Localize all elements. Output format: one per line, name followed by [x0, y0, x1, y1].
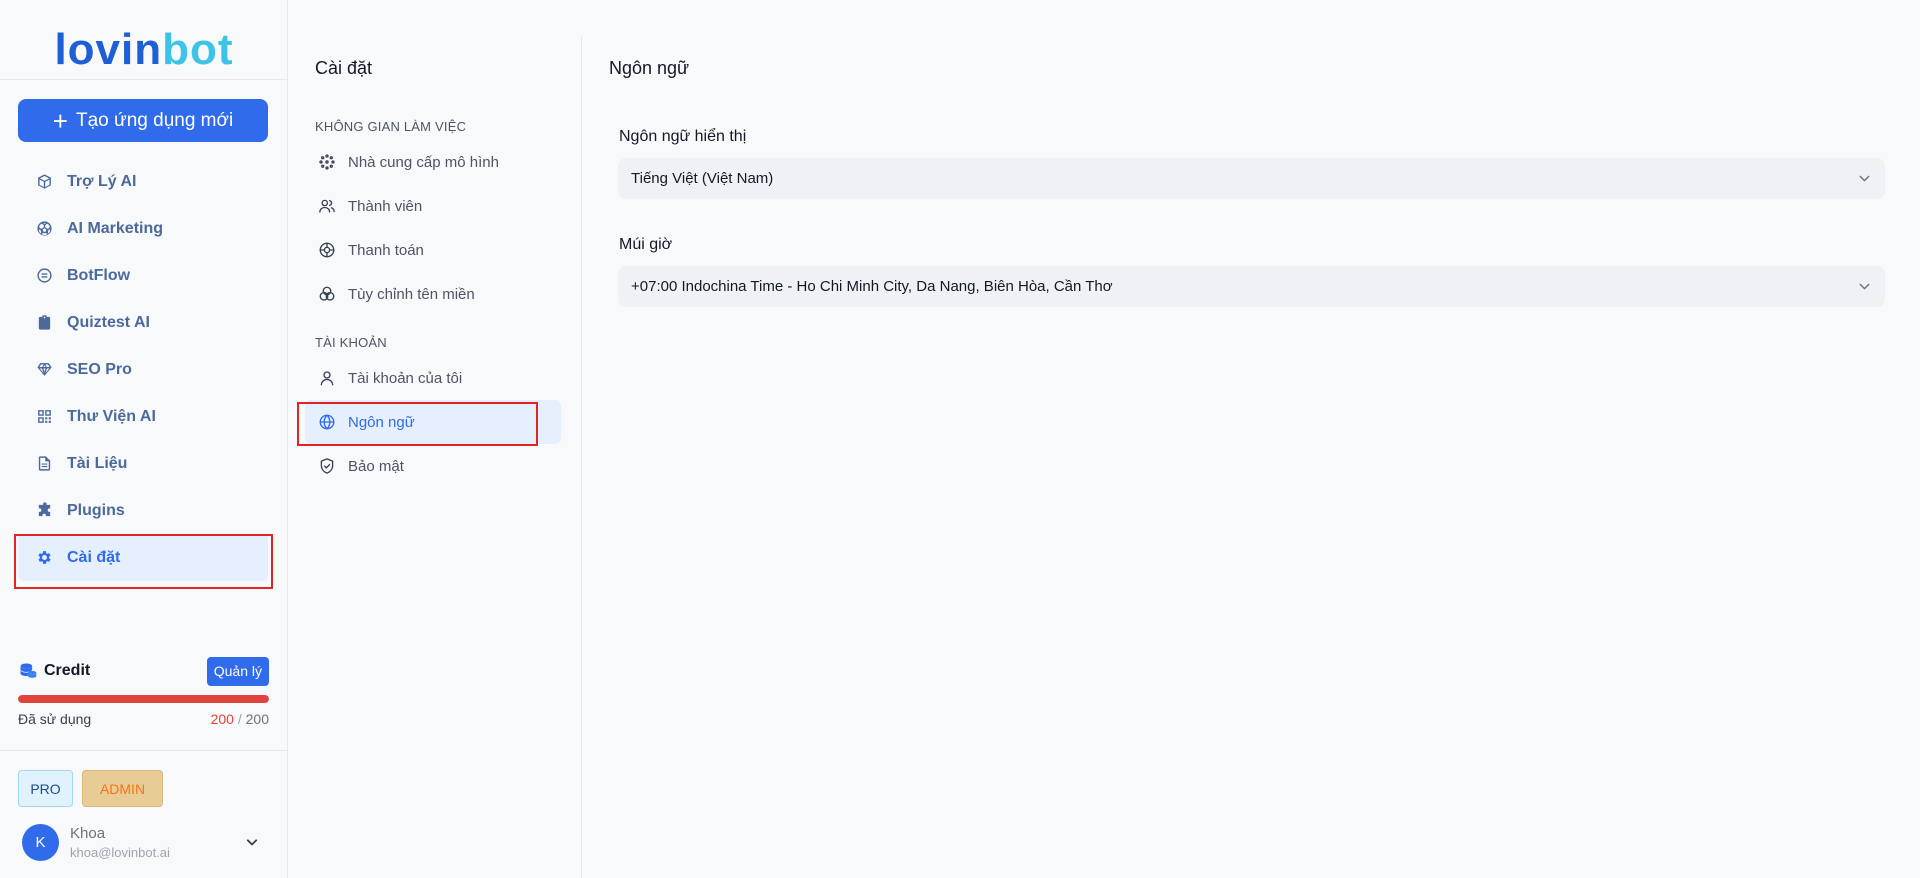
- menu-item-label: Thanh toán: [348, 241, 424, 259]
- plus-icon: +: [52, 105, 68, 136]
- credit-panel: Credit Quản lý Đã sử dụng 200 / 200: [18, 656, 269, 727]
- display-language-select[interactable]: Tiếng Việt (Việt Nam): [618, 158, 1885, 199]
- user-name: Khoa: [70, 824, 106, 842]
- logo-part1: lovin: [54, 25, 163, 74]
- payment-icon: [318, 241, 336, 259]
- soccer-ball-icon: [34, 219, 54, 239]
- logo[interactable]: lovinbot: [0, 22, 288, 78]
- menu-item-label: Tài khoản của tôi: [348, 369, 463, 387]
- sidebar-item-quiztest-ai[interactable]: Quiztest AI: [18, 299, 268, 346]
- timezone-select[interactable]: +07:00 Indochina Time - Ho Chi Minh City…: [618, 266, 1885, 307]
- shield-check-icon: [318, 457, 336, 475]
- sidebar-item-thu-vien-ai[interactable]: Thư Viện AI: [18, 393, 268, 440]
- chevron-down-icon[interactable]: [242, 832, 262, 852]
- sidebar-item-label: SEO Pro: [67, 360, 132, 378]
- logo-part2: bot: [162, 25, 234, 74]
- sidebar-item-label: Tài Liệu: [67, 454, 128, 472]
- message-circle-icon: [34, 266, 54, 286]
- chevron-down-icon: [1859, 283, 1870, 290]
- timezone-value: +07:00 Indochina Time - Ho Chi Minh City…: [631, 278, 1113, 295]
- puzzle-icon: [34, 501, 54, 521]
- display-language-value: Tiếng Việt (Việt Nam): [631, 170, 774, 187]
- sidebar-item-ai-marketing[interactable]: AI Marketing: [18, 205, 268, 252]
- sidebar-item-label: Quiztest AI: [67, 313, 150, 331]
- avatar: K: [22, 823, 59, 861]
- sidebar-item-label: Cài đặt: [67, 548, 121, 566]
- gear-icon: [34, 548, 54, 568]
- sidebar-item-botflow[interactable]: BotFlow: [18, 252, 268, 299]
- clipboard-icon: [34, 313, 54, 333]
- account-section-label: TÀI KHOẢN: [315, 335, 387, 350]
- menu-item-security[interactable]: Bảo mật: [305, 444, 561, 488]
- user-icon: [318, 369, 336, 387]
- model-provider-icon: [318, 153, 336, 171]
- sidebar-nav: Trợ Lý AI AI Marketing BotFlow Quiztest …: [18, 158, 268, 581]
- qrcode-icon: [34, 407, 54, 427]
- plan-badges: PRO ADMIN: [18, 770, 163, 807]
- settings-menu: Cài đặt KHÔNG GIAN LÀM VIỆC Nhà cung cấp…: [288, 36, 582, 878]
- user-menu[interactable]: K Khoa khoa@lovinbot.ai: [22, 822, 262, 862]
- menu-item-members[interactable]: Thành viên: [305, 184, 561, 228]
- page-title: Ngôn ngữ: [609, 58, 690, 78]
- settings-title: Cài đặt: [315, 58, 373, 78]
- sidebar-item-tro-ly-ai[interactable]: Trợ Lý AI: [18, 158, 268, 205]
- sidebar-item-cai-dat[interactable]: Cài đặt: [18, 534, 268, 581]
- divider: [0, 750, 288, 751]
- menu-item-label: Tùy chỉnh tên miền: [348, 285, 475, 303]
- language-settings-panel: Ngôn ngữ Ngôn ngữ hiển thị Tiếng Việt (V…: [583, 0, 1920, 878]
- create-app-button[interactable]: + Tạo ứng dụng mới: [18, 99, 268, 142]
- sidebar-item-label: AI Marketing: [67, 219, 164, 237]
- menu-item-payment[interactable]: Thanh toán: [305, 228, 561, 272]
- workspace-section-label: KHÔNG GIAN LÀM VIỆC: [315, 119, 467, 134]
- sidebar-item-plugins[interactable]: Plugins: [18, 487, 268, 534]
- used-label: Đã sử dụng: [18, 711, 92, 727]
- sidebar-item-label: Thư Viện AI: [67, 407, 156, 425]
- coins-icon: [20, 663, 37, 678]
- credit-label: Credit: [44, 662, 91, 679]
- menu-item-label: Bảo mật: [348, 457, 404, 475]
- gem-icon: [34, 360, 54, 380]
- sidebar: lovinbot + Tạo ứng dụng mới Trợ Lý AI AI…: [0, 0, 288, 878]
- account-menu: Tài khoản của tôi Ngôn ngữ Bảo mật: [305, 356, 561, 488]
- menu-item-custom-domain[interactable]: Tùy chỉnh tên miền: [305, 272, 561, 316]
- chevron-down-icon: [1859, 175, 1870, 182]
- credit-progress-fill: [18, 695, 269, 703]
- globe-icon: [318, 413, 336, 431]
- sidebar-item-label: BotFlow: [67, 266, 131, 284]
- total-count: 200: [245, 711, 269, 727]
- timezone-label: Múi giờ: [619, 236, 673, 253]
- display-language-label: Ngôn ngữ hiển thị: [619, 128, 747, 145]
- credit-title: Credit: [18, 661, 90, 681]
- menu-item-label: Thành viên: [348, 197, 423, 215]
- users-icon: [318, 197, 336, 215]
- menu-item-label: Ngôn ngữ: [348, 413, 415, 431]
- usage-separator: /: [237, 711, 242, 727]
- manage-credit-button[interactable]: Quản lý: [206, 656, 269, 686]
- sidebar-item-label: Trợ Lý AI: [67, 172, 137, 190]
- cube-icon: [34, 172, 54, 192]
- menu-item-model-provider[interactable]: Nhà cung cấp mô hình: [305, 140, 561, 184]
- domain-icon: [318, 285, 336, 303]
- menu-item-my-account[interactable]: Tài khoản của tôi: [305, 356, 561, 400]
- divider: [0, 79, 288, 80]
- sidebar-item-tai-lieu[interactable]: Tài Liệu: [18, 440, 268, 487]
- file-icon: [34, 454, 54, 474]
- pro-badge: PRO: [18, 770, 73, 807]
- create-app-label: Tạo ứng dụng mới: [75, 109, 234, 131]
- used-count: 200: [210, 711, 234, 727]
- sidebar-item-seo-pro[interactable]: SEO Pro: [18, 346, 268, 393]
- credit-usage: Đã sử dụng 200 / 200: [18, 711, 269, 727]
- admin-badge: ADMIN: [82, 770, 163, 807]
- menu-item-label: Nhà cung cấp mô hình: [348, 153, 499, 171]
- sidebar-item-label: Plugins: [67, 501, 125, 519]
- workspace-menu: Nhà cung cấp mô hình Thành viên Thanh to…: [305, 140, 561, 316]
- user-email: khoa@lovinbot.ai: [70, 844, 170, 860]
- credit-progress-bar: [18, 695, 269, 703]
- menu-item-language[interactable]: Ngôn ngữ: [305, 400, 561, 444]
